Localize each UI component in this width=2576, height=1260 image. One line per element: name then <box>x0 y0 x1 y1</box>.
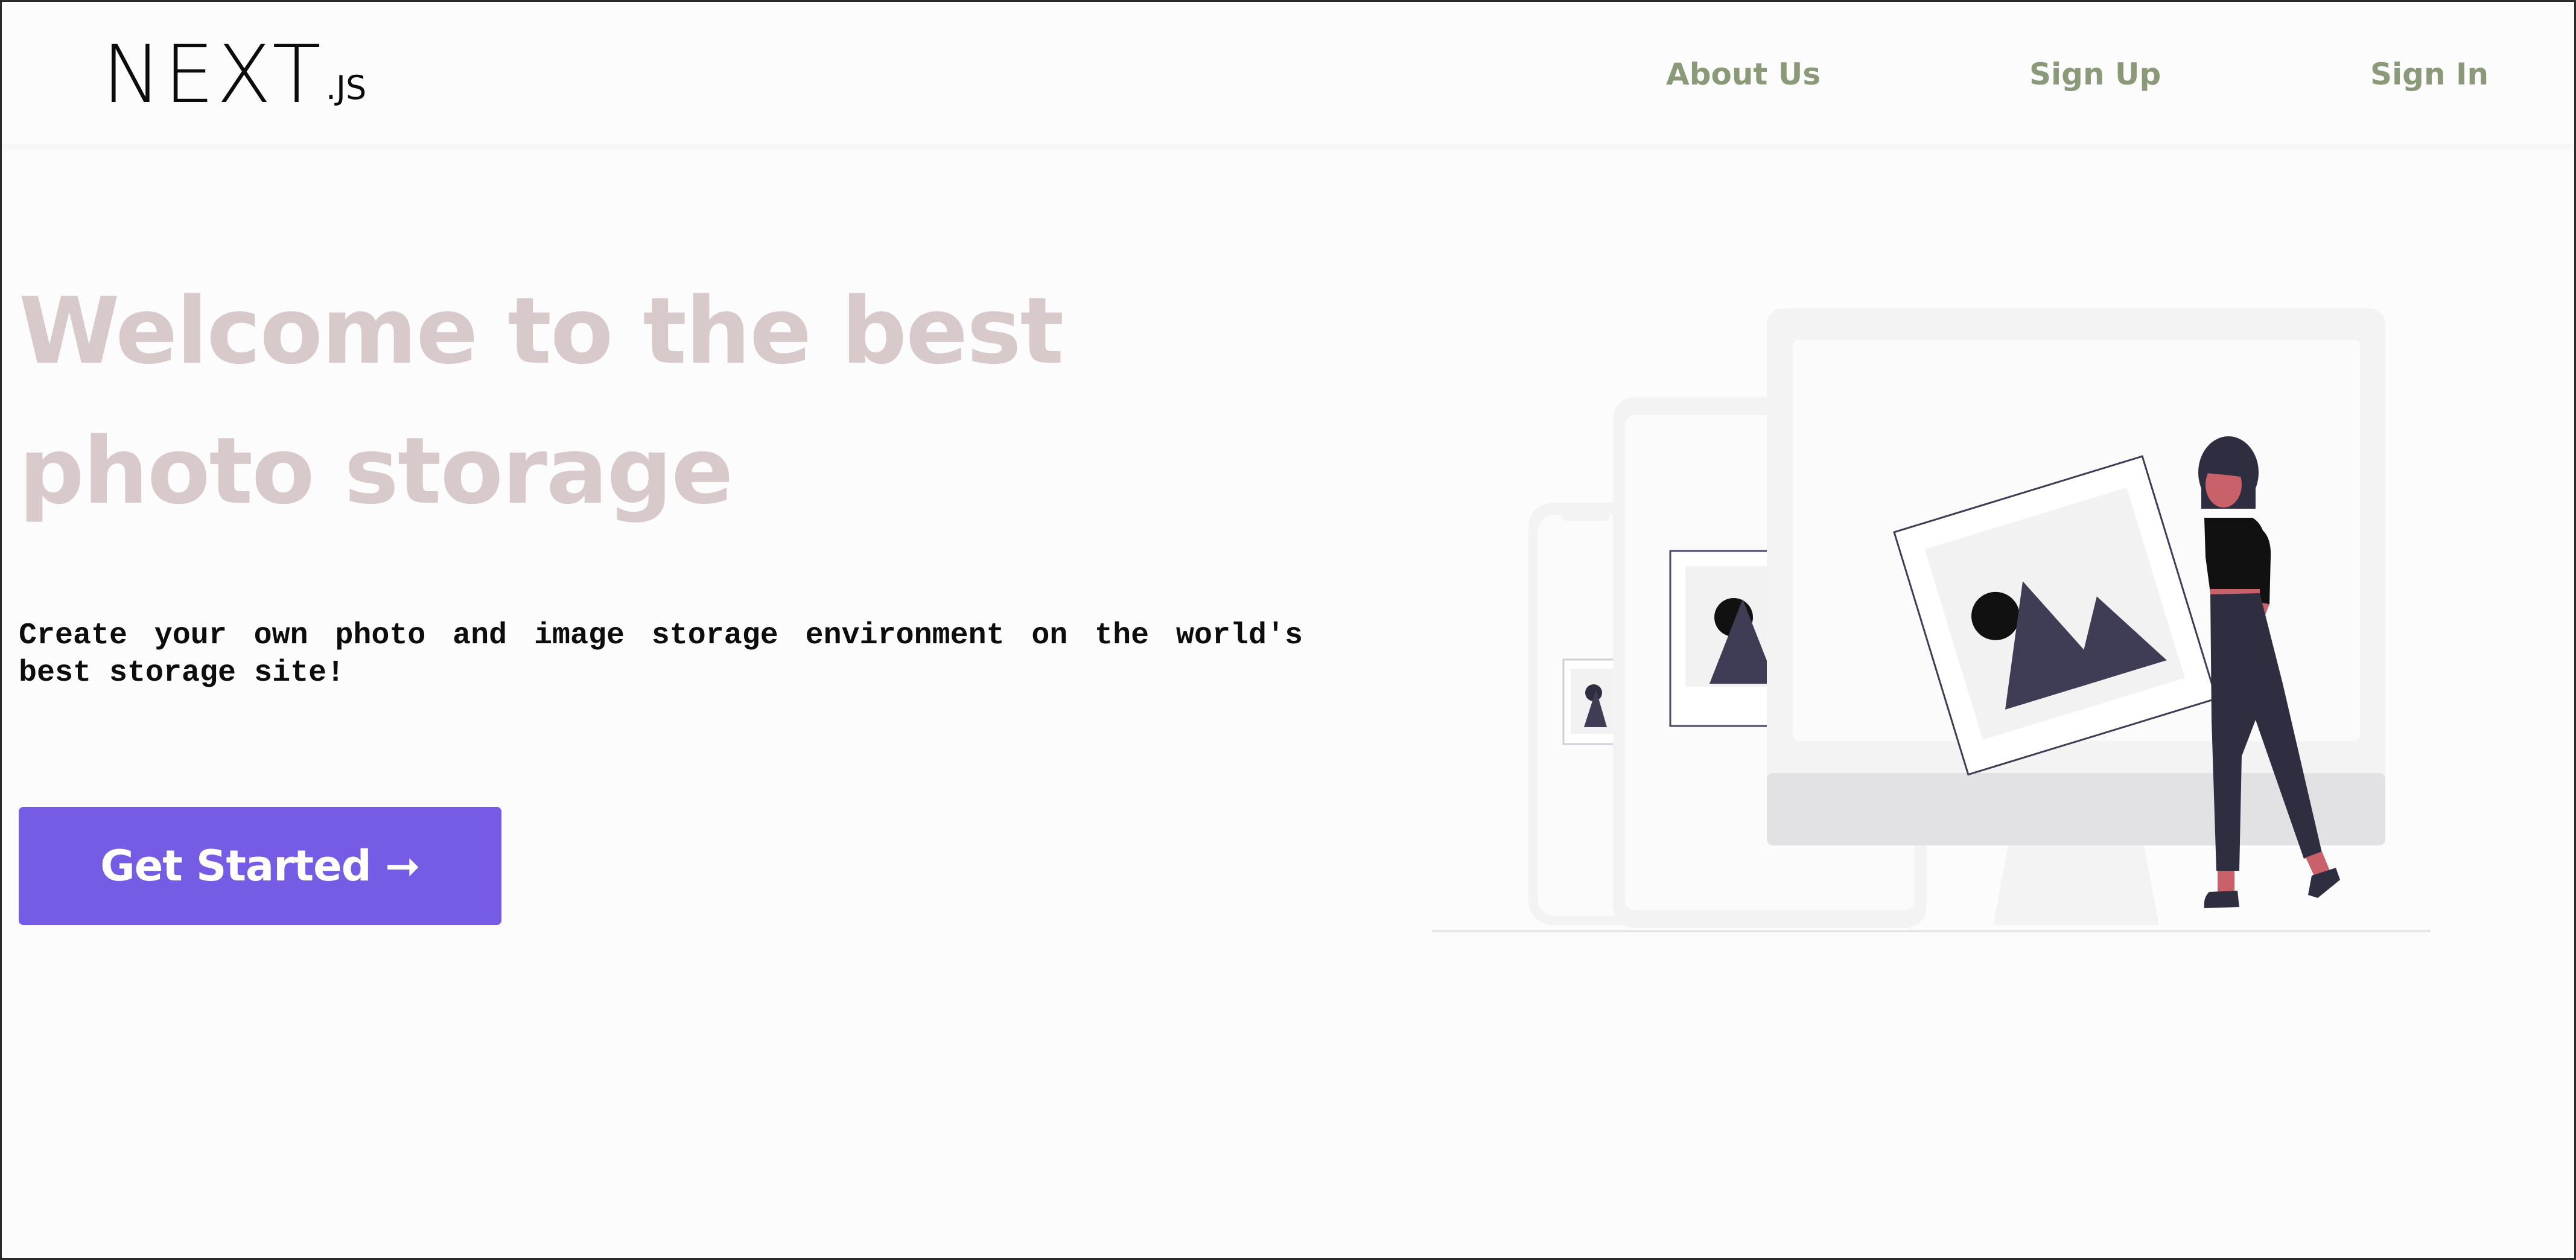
hero-description: Create your own photo and image storage … <box>19 619 1303 690</box>
nav-sign-in-link[interactable]: Sign In <box>2370 55 2489 94</box>
logo-suffix: .JS <box>325 69 367 107</box>
logo-wordmark: NEXT <box>102 28 323 121</box>
photo-storage-illustration <box>1432 308 2431 932</box>
nav-about-us-link[interactable]: About Us <box>1666 55 1821 94</box>
hero-title: Welcome to the best photo storage <box>19 278 1064 524</box>
top-navbar: NEXT .JS About Us Sign Up Sign In <box>2 2 2574 144</box>
nav-sign-up-link[interactable]: Sign Up <box>2029 55 2161 94</box>
page: NEXT .JS About Us Sign Up Sign In Welcom… <box>0 0 2576 1260</box>
get-started-button[interactable]: Get Started ➞ <box>19 807 501 925</box>
nextjs-logo[interactable]: NEXT .JS <box>102 28 367 121</box>
